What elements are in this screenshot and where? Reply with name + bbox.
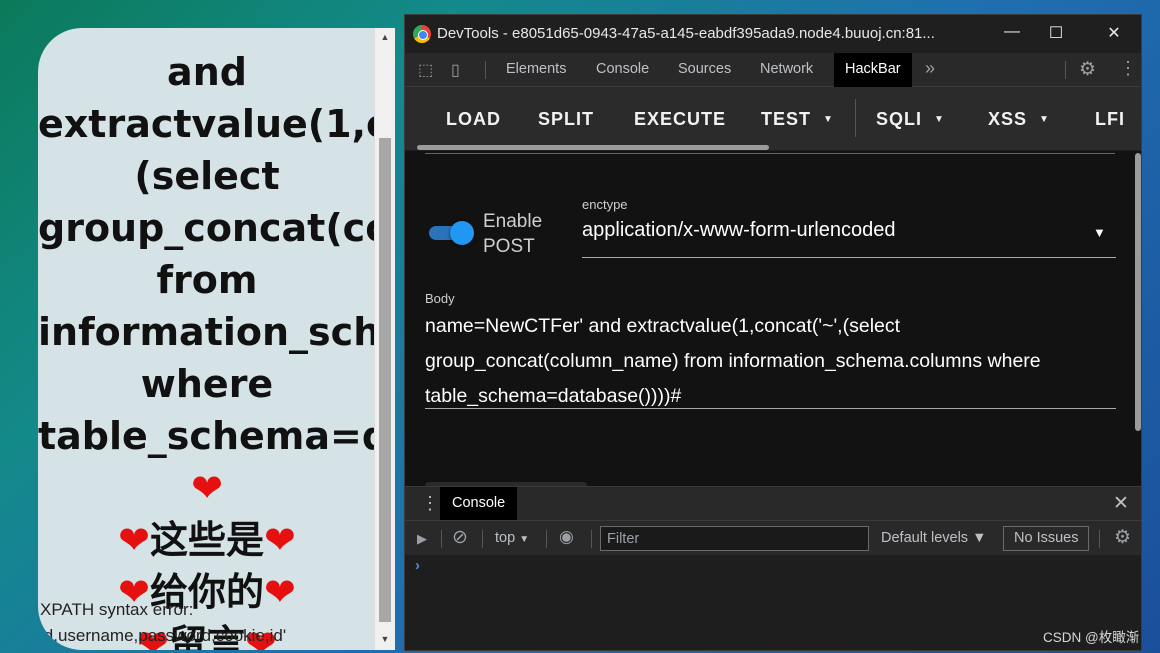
web-page-viewport: and extractvalue(1,co (select group_conc… — [38, 28, 376, 650]
chevron-down-icon: ▼ — [1039, 114, 1050, 125]
page-scrollbar[interactable]: ▲ ▼ — [374, 28, 395, 650]
log-levels-dropdown[interactable]: Default levels ▼ — [881, 530, 986, 546]
issues-button[interactable]: No Issues — [1003, 526, 1090, 551]
divider — [485, 61, 486, 79]
split-button[interactable]: SPLIT — [538, 109, 594, 130]
message-line: (select — [134, 154, 280, 198]
panel-scrollbar[interactable] — [1135, 153, 1141, 431]
close-window-button[interactable]: ✕ — [1099, 23, 1129, 43]
context-selector[interactable]: top ▼ — [495, 530, 529, 546]
scroll-up-icon[interactable]: ▲ — [375, 32, 395, 42]
hackbar-toolbar: LOAD SPLIT EXECUTE TEST ▼ SQLI ▼ XSS ▼ LFI — [405, 87, 1141, 150]
settings-gear-icon[interactable]: ⚙ — [1079, 58, 1096, 81]
eye-icon[interactable]: ◉ — [559, 527, 574, 547]
more-tabs-icon[interactable]: » — [925, 58, 935, 79]
scrollbar-thumb[interactable] — [379, 138, 391, 622]
console-prompt-icon: › — [415, 557, 420, 574]
scrollbar-thumb[interactable] — [417, 145, 769, 150]
minimize-button[interactable]: — — [997, 23, 1027, 41]
enable-post-toggle[interactable] — [427, 219, 475, 247]
xss-dropdown-button[interactable]: XSS ▼ — [988, 109, 1050, 130]
body-underline — [425, 408, 1116, 409]
title-bar: DevTools - e8051d65-0943-47a5-a145-eabdf… — [405, 15, 1141, 53]
sidebar-toggle-icon[interactable]: ▶ — [417, 531, 427, 547]
sqli-dropdown-button[interactable]: SQLI ▼ — [876, 109, 945, 130]
error-text: XPATH syntax error: — [40, 600, 194, 619]
divider — [1065, 61, 1066, 79]
filter-input[interactable] — [600, 526, 869, 551]
message-line: table_schema=da — [38, 414, 376, 458]
xss-label: XSS — [988, 109, 1028, 129]
page-message: and extractvalue(1,co (select group_conc… — [38, 46, 376, 650]
message-line: where — [140, 362, 274, 406]
test-dropdown-button[interactable]: TEST ▼ — [761, 109, 834, 130]
sqli-label: SQLI — [876, 109, 923, 129]
toolbar-scrollbar[interactable] — [405, 145, 1141, 150]
devtools-window: DevTools - e8051d65-0943-47a5-a145-eabdf… — [404, 14, 1142, 651]
divider — [482, 530, 483, 548]
heart-icon: ❤ — [118, 518, 150, 562]
divider — [441, 530, 442, 548]
tab-hackbar[interactable]: HackBar — [834, 53, 912, 87]
scroll-down-icon[interactable]: ▼ — [375, 634, 395, 644]
message-line: and — [167, 50, 247, 94]
hackbar-panel: Enable POST enctype application/x-www-fo… — [405, 151, 1141, 488]
chevron-down-icon: ▼ — [934, 114, 945, 125]
load-button[interactable]: LOAD — [446, 109, 501, 130]
message-line: group_concat(co — [38, 206, 376, 250]
maximize-button[interactable]: ☐ — [1041, 23, 1071, 43]
execute-button[interactable]: EXECUTE — [634, 109, 726, 130]
inspect-element-icon[interactable]: ⬚ — [418, 60, 433, 80]
device-toolbar-icon[interactable]: ▯ — [451, 60, 460, 80]
tab-elements[interactable]: Elements — [506, 61, 566, 77]
body-caption: Body — [425, 291, 455, 306]
test-label: TEST — [761, 109, 812, 129]
heart-icon: ❤ — [191, 466, 223, 510]
divider — [1099, 530, 1100, 548]
console-settings-gear-icon[interactable]: ⚙ — [1114, 526, 1131, 549]
enctype-caption: enctype — [582, 197, 628, 212]
close-drawer-icon[interactable]: ✕ — [1113, 492, 1129, 515]
post-body-field[interactable]: name=NewCTFer' and extractvalue(1,concat… — [425, 309, 1085, 414]
kebab-menu-icon[interactable]: ⋮ — [1119, 58, 1137, 79]
tab-network[interactable]: Network — [760, 61, 813, 77]
divider — [546, 530, 547, 548]
drawer-tab-console[interactable]: Console — [440, 487, 518, 521]
toggle-knob — [450, 221, 474, 245]
message-line: ❤这些是❤ — [38, 514, 376, 566]
enable-post-label: Enable POST — [483, 211, 543, 257]
url-field-underline — [425, 153, 1115, 154]
heart-icon: ❤ — [264, 518, 296, 562]
clear-console-icon[interactable]: ⊘ — [452, 526, 468, 549]
chevron-down-icon[interactable]: ▼ — [1093, 225, 1106, 240]
chrome-icon — [413, 25, 431, 43]
message-text: 这些是 — [149, 518, 264, 562]
tab-console[interactable]: Console — [596, 61, 649, 77]
error-text: ld,username,password,cookie,id' — [40, 626, 287, 645]
chevron-down-icon: ▼ — [823, 114, 834, 125]
message-line: from — [156, 258, 258, 302]
devtools-tab-bar: ⬚ ▯ Elements Console Sources Network Hac… — [405, 53, 1141, 87]
console-drawer-bar: ⋮ Console ✕ — [405, 486, 1141, 521]
watermark: CSDN @枚瞰渐 — [1043, 630, 1140, 645]
window-title: DevTools - e8051d65-0943-47a5-a145-eabdf… — [437, 25, 935, 42]
tab-sources[interactable]: Sources — [678, 61, 731, 77]
heart-icon: ❤ — [264, 570, 296, 614]
context-label: top — [495, 530, 516, 546]
divider — [855, 99, 856, 137]
divider — [591, 530, 592, 548]
lfi-dropdown-button[interactable]: LFI — [1095, 109, 1125, 130]
enctype-select[interactable]: application/x-www-form-urlencoded — [582, 219, 895, 242]
console-toolbar: ▶ ⊘ top ▼ ◉ Default levels ▼ No Issues ⚙ — [405, 520, 1141, 555]
enctype-underline — [582, 257, 1116, 258]
console-output[interactable]: › — [405, 555, 1141, 650]
message-line: information_sche — [38, 310, 376, 354]
chevron-down-icon: ▼ — [519, 534, 530, 545]
message-line: extractvalue(1,co — [38, 102, 376, 146]
drawer-menu-icon[interactable]: ⋮ — [421, 493, 439, 514]
